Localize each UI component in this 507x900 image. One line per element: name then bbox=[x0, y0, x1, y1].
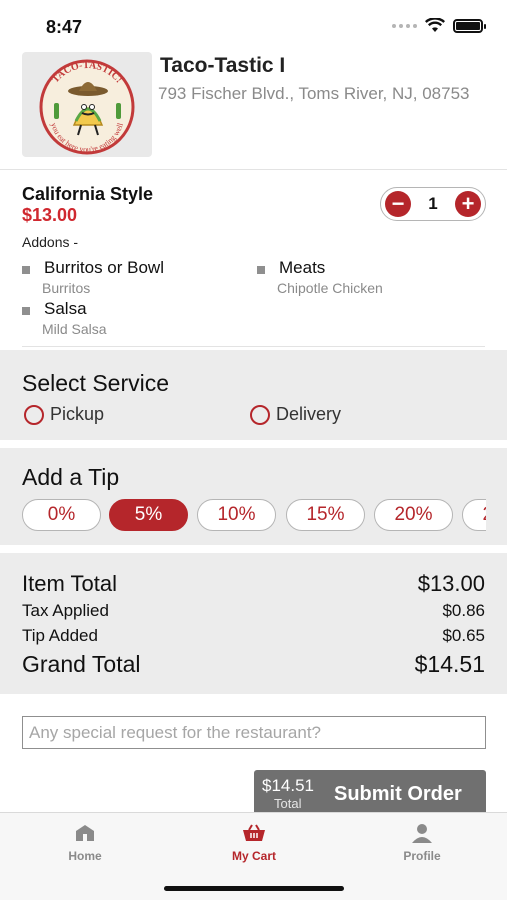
addon-value: Mild Salsa bbox=[42, 321, 107, 337]
tip-options: 0% 5% 10% 15% 20% 25% bbox=[22, 499, 486, 533]
restaurant-header: TACO-TASTIC! you eat here you're eating … bbox=[0, 50, 507, 170]
signal-icon bbox=[392, 23, 417, 28]
submit-label: Submit Order bbox=[334, 783, 462, 805]
tip-section: Add a Tip 0% 5% 10% 15% 20% 25% bbox=[0, 448, 507, 545]
tax-label: Tax Applied bbox=[22, 601, 109, 620]
special-request-input[interactable] bbox=[22, 716, 486, 749]
increment-button[interactable]: + bbox=[455, 191, 481, 217]
addon-name: Burritos or Bowl bbox=[44, 258, 164, 277]
wifi-icon bbox=[425, 18, 445, 32]
restaurant-logo: TACO-TASTIC! you eat here you're eating … bbox=[22, 52, 152, 157]
status-bar: 8:47 bbox=[0, 0, 507, 50]
tab-home-label: Home bbox=[68, 849, 102, 863]
totals-section: Item Total $13.00 Tax Applied $0.86 Tip … bbox=[0, 553, 507, 694]
submit-order-button[interactable]: $14.51 Total Submit Order bbox=[254, 770, 486, 814]
delivery-option[interactable]: Delivery bbox=[250, 404, 341, 425]
quantity-value: 1 bbox=[428, 194, 438, 213]
cart-icon bbox=[243, 824, 265, 841]
addon-value: Burritos bbox=[42, 280, 91, 296]
battery-icon bbox=[453, 18, 486, 33]
tab-my-cart-label: My Cart bbox=[231, 849, 276, 863]
tip-option-0[interactable]: 0% bbox=[22, 499, 101, 531]
delivery-label: Delivery bbox=[276, 404, 342, 424]
item-total-value: $13.00 bbox=[417, 571, 485, 596]
submit-amount-label: Total bbox=[274, 796, 302, 811]
item-price: $13.00 bbox=[22, 205, 78, 225]
decrement-button[interactable]: − bbox=[385, 191, 411, 217]
restaurant-address: 793 Fischer Blvd., Toms River, NJ, 08753 bbox=[158, 84, 470, 103]
quantity-stepper: − 1 + bbox=[380, 187, 486, 221]
status-icons bbox=[392, 18, 486, 33]
tab-profile[interactable]: Profile bbox=[362, 823, 482, 863]
taco-tastic-logo-icon: TACO-TASTIC! you eat here you're eating … bbox=[39, 59, 135, 154]
tip-option-10[interactable]: 10% bbox=[197, 499, 276, 531]
item-total-row: Item Total $13.00 bbox=[22, 571, 485, 597]
tab-my-cart[interactable]: My Cart bbox=[194, 823, 314, 863]
bullet-icon bbox=[257, 266, 265, 274]
grand-total-label: Grand Total bbox=[22, 651, 141, 677]
tip-value: $0.65 bbox=[442, 626, 485, 645]
pickup-option[interactable]: Pickup bbox=[24, 404, 104, 425]
tip-option-25[interactable]: 25% bbox=[462, 499, 486, 531]
bullet-icon bbox=[22, 266, 30, 274]
home-icon bbox=[76, 825, 94, 841]
tip-option-5[interactable]: 5% bbox=[109, 499, 188, 531]
tip-title: Add a Tip bbox=[22, 464, 120, 490]
home-indicator bbox=[164, 886, 344, 891]
tab-home[interactable]: Home bbox=[25, 823, 145, 863]
tip-option-20[interactable]: 20% bbox=[374, 499, 453, 531]
service-title: Select Service bbox=[22, 370, 170, 396]
radio-icon[interactable] bbox=[24, 404, 44, 425]
tip-option-15[interactable]: 15% bbox=[286, 499, 365, 531]
profile-icon bbox=[412, 824, 432, 843]
item-name: California Style bbox=[22, 184, 154, 204]
tip-label: Tip Added bbox=[22, 626, 98, 645]
service-section: Select Service Pickup Delivery bbox=[0, 350, 507, 440]
restaurant-name: Taco-Tastic I bbox=[160, 54, 286, 77]
tip-row: Tip Added $0.65 bbox=[22, 626, 485, 646]
addon-name: Salsa bbox=[44, 299, 87, 318]
addons-label: Addons - bbox=[22, 234, 79, 250]
status-time: 8:47 bbox=[46, 17, 83, 37]
grand-total-row: Grand Total $14.51 bbox=[22, 651, 485, 678]
addon-name: Meats bbox=[279, 258, 326, 277]
tax-value: $0.86 bbox=[442, 601, 485, 620]
divider bbox=[22, 346, 485, 347]
addon-value: Chipotle Chicken bbox=[277, 280, 383, 296]
tax-row: Tax Applied $0.86 bbox=[22, 601, 485, 621]
pickup-label: Pickup bbox=[50, 404, 105, 424]
bullet-icon bbox=[22, 307, 30, 315]
cart-item: California Style $13.00 − 1 + Addons - B… bbox=[0, 170, 507, 347]
submit-amount: $14.51 bbox=[262, 776, 314, 795]
tab-profile-label: Profile bbox=[403, 849, 441, 863]
grand-total-value: $14.51 bbox=[414, 651, 485, 677]
radio-icon[interactable] bbox=[250, 404, 270, 425]
item-total-label: Item Total bbox=[22, 571, 117, 596]
